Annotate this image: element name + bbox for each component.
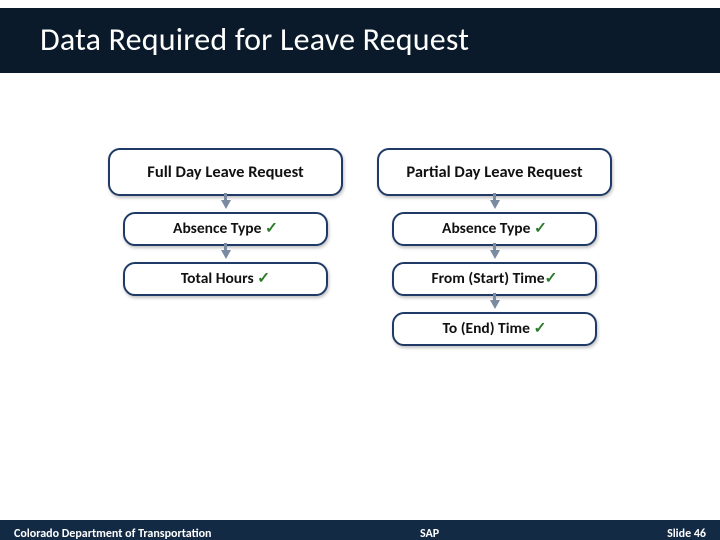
footer-slide-number: Slide 46 xyxy=(667,527,706,540)
step-absence-type-left: Absence Type ✓ xyxy=(123,212,328,246)
step-label: To (End) Time xyxy=(443,319,534,338)
footer: Colorado Department of Transportation SA… xyxy=(0,520,720,540)
arrow-down-icon xyxy=(490,300,500,309)
check-icon: ✓ xyxy=(257,269,270,288)
check-icon: ✓ xyxy=(533,319,546,338)
step-absence-type-right: Absence Type ✓ xyxy=(392,212,597,246)
check-icon: ✓ xyxy=(545,269,558,288)
arrow-down-icon xyxy=(490,200,500,209)
header-full-day: Full Day Leave Request xyxy=(108,148,343,196)
title-band: Data Required for Leave Request xyxy=(0,8,720,73)
column-partial-day: Partial Day Leave Request Absence Type ✓… xyxy=(367,148,622,346)
slide: Data Required for Leave Request Full Day… xyxy=(0,8,720,540)
check-icon: ✓ xyxy=(534,219,547,238)
arrow-down-icon xyxy=(221,200,231,209)
arrow-down-icon xyxy=(221,250,231,259)
step-to-time: To (End) Time ✓ xyxy=(392,312,597,346)
step-total-hours: Total Hours ✓ xyxy=(123,262,328,296)
step-from-time: From (Start) Time✓ xyxy=(392,262,597,296)
slide-title: Data Required for Leave Request xyxy=(0,20,720,59)
header-partial-day: Partial Day Leave Request xyxy=(377,148,612,196)
footer-system: SAP xyxy=(420,527,439,540)
footer-org: Colorado Department of Transportation xyxy=(14,527,212,540)
step-label: From (Start) Time xyxy=(431,269,544,288)
columns: Full Day Leave Request Absence Type ✓ To… xyxy=(0,148,720,346)
check-icon: ✓ xyxy=(265,219,278,238)
step-label: Absence Type xyxy=(173,219,265,238)
step-label: Total Hours xyxy=(181,269,257,288)
column-full-day: Full Day Leave Request Absence Type ✓ To… xyxy=(98,148,353,346)
arrow-down-icon xyxy=(490,250,500,259)
content: Full Day Leave Request Absence Type ✓ To… xyxy=(0,148,720,346)
step-label: Absence Type xyxy=(442,219,534,238)
